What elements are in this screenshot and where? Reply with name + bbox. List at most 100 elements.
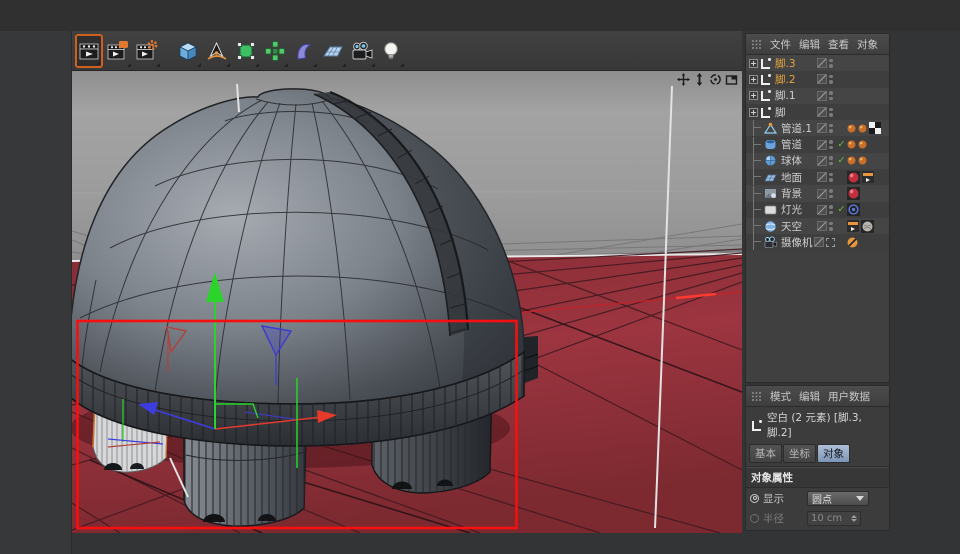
enabled-check-icon[interactable]: ✓ [836, 155, 847, 166]
maximize-icon[interactable] [725, 73, 738, 86]
visibility-dots[interactable] [829, 124, 834, 133]
object-row[interactable]: 管道.1 [746, 120, 889, 136]
render-view-button[interactable] [75, 34, 103, 68]
add-floor-button[interactable] [319, 34, 347, 68]
layer-toggle-icon[interactable] [814, 237, 824, 247]
texture-tag-icon[interactable] [869, 122, 881, 134]
stepper-arrows-icon[interactable] [851, 515, 857, 522]
layer-toggle-icon[interactable] [817, 74, 827, 84]
object-row[interactable]: 脚.1 [746, 88, 889, 104]
viewport-canvas[interactable] [72, 71, 742, 533]
visibility-dots[interactable] [829, 205, 834, 214]
object-properties-header[interactable]: 对象属性 [746, 467, 889, 488]
phong-tag-icon[interactable] [858, 124, 867, 133]
am-menu-edit[interactable]: 编辑 [799, 389, 820, 404]
visibility-dots[interactable] [829, 222, 834, 231]
compositing-tag-icon[interactable] [847, 220, 859, 232]
panel-grip-icon[interactable] [751, 391, 762, 402]
add-primitive-button[interactable] [174, 34, 202, 68]
spline-pen-button[interactable] [203, 34, 231, 68]
visibility-dots[interactable] [829, 189, 834, 198]
edit-render-settings-button[interactable] [133, 34, 161, 68]
keyframe-circle-icon[interactable] [750, 514, 759, 523]
visibility-dots[interactable] [829, 59, 834, 68]
phong-tag-icon[interactable] [847, 124, 856, 133]
object-row[interactable]: 脚.3 [746, 55, 889, 71]
layer-toggle-icon[interactable] [817, 172, 827, 182]
material-red-icon[interactable] [847, 187, 860, 200]
aspect-field[interactable]: 1 [807, 531, 861, 532]
am-menu-userdata[interactable]: 用户数据 [828, 389, 870, 404]
layer-toggle-icon[interactable] [817, 58, 827, 68]
am-menu-mode[interactable]: 模式 [770, 389, 791, 404]
visibility-dots[interactable] [829, 91, 834, 100]
object-row[interactable]: 背景 [746, 185, 889, 201]
property-label: 半径 [763, 511, 807, 526]
radius-field[interactable]: 10 cm [807, 511, 861, 526]
tree-branch [753, 186, 763, 202]
cone-object-icon [764, 122, 778, 135]
pan-icon[interactable] [677, 73, 690, 86]
tab-coordinates[interactable]: 坐标 [783, 444, 816, 463]
tab-object[interactable]: 对象 [817, 444, 850, 463]
expand-toggle-icon[interactable] [749, 108, 758, 117]
phong-tag-icon[interactable] [847, 140, 856, 149]
object-row[interactable]: 脚 [746, 104, 889, 120]
phong-tag-icon[interactable] [858, 156, 867, 165]
add-deformer-button[interactable] [290, 34, 318, 68]
object-row[interactable]: 地面 [746, 169, 889, 185]
layer-toggle-icon[interactable] [817, 205, 827, 215]
viewport-3d[interactable] [72, 71, 742, 533]
object-row[interactable]: 球体 ✓ [746, 153, 889, 169]
enabled-check-icon[interactable]: ✓ [836, 204, 847, 215]
compositing-tag-icon[interactable] [862, 171, 874, 183]
material-red-icon[interactable] [847, 171, 860, 184]
zoom-icon[interactable] [693, 73, 706, 86]
layer-toggle-icon[interactable] [817, 189, 827, 199]
render-clapper-icon [78, 40, 100, 62]
phong-tag-icon[interactable] [847, 156, 856, 165]
active-camera-toggle-icon[interactable] [826, 238, 835, 247]
panel-grip-icon[interactable] [751, 39, 762, 50]
object-row[interactable]: 摄像机 [746, 234, 889, 250]
object-row[interactable]: 天空 [746, 218, 889, 234]
tree-branch [753, 234, 763, 250]
expand-toggle-icon[interactable] [749, 75, 758, 84]
camera-icon [351, 40, 373, 62]
tab-basic[interactable]: 基本 [749, 444, 782, 463]
layer-toggle-icon[interactable] [817, 156, 827, 166]
material-gray-icon[interactable] [861, 220, 874, 233]
layer-toggle-icon[interactable] [817, 123, 827, 133]
render-to-picture-viewer-button[interactable] [104, 34, 132, 68]
add-camera-button[interactable] [348, 34, 376, 68]
light-target-tag-icon[interactable] [847, 203, 860, 216]
visibility-dots[interactable] [829, 173, 834, 182]
protection-tag-icon[interactable] [847, 237, 858, 248]
visibility-dots[interactable] [829, 108, 834, 117]
om-menu-file[interactable]: 文件 [770, 37, 791, 52]
layer-toggle-icon[interactable] [817, 140, 827, 150]
sphere-object-icon [764, 154, 778, 167]
om-menu-edit[interactable]: 编辑 [799, 37, 820, 52]
om-menu-object[interactable]: 对象 [857, 37, 878, 52]
visibility-dots[interactable] [829, 156, 834, 165]
enabled-check-icon[interactable]: ✓ [836, 139, 847, 150]
add-generator-button[interactable] [232, 34, 260, 68]
layer-toggle-icon[interactable] [817, 91, 827, 101]
object-row[interactable]: 管道 ✓ [746, 136, 889, 152]
layer-toggle-icon[interactable] [817, 107, 827, 117]
visibility-dots[interactable] [829, 140, 834, 149]
visibility-dots[interactable] [829, 75, 834, 84]
om-menu-view[interactable]: 查看 [828, 37, 849, 52]
keyframe-circle-icon[interactable] [750, 494, 759, 503]
phong-tag-icon[interactable] [858, 140, 867, 149]
display-mode-dropdown[interactable]: 圆点 [807, 491, 869, 506]
add-light-button[interactable] [377, 34, 405, 68]
add-array-generator-button[interactable] [261, 34, 289, 68]
object-row[interactable]: 灯光 ✓ [746, 202, 889, 218]
expand-toggle-icon[interactable] [749, 91, 758, 100]
rotate-icon[interactable] [709, 73, 722, 86]
object-row[interactable]: 脚.2 [746, 71, 889, 87]
layer-toggle-icon[interactable] [817, 221, 827, 231]
expand-toggle-icon[interactable] [749, 59, 758, 68]
